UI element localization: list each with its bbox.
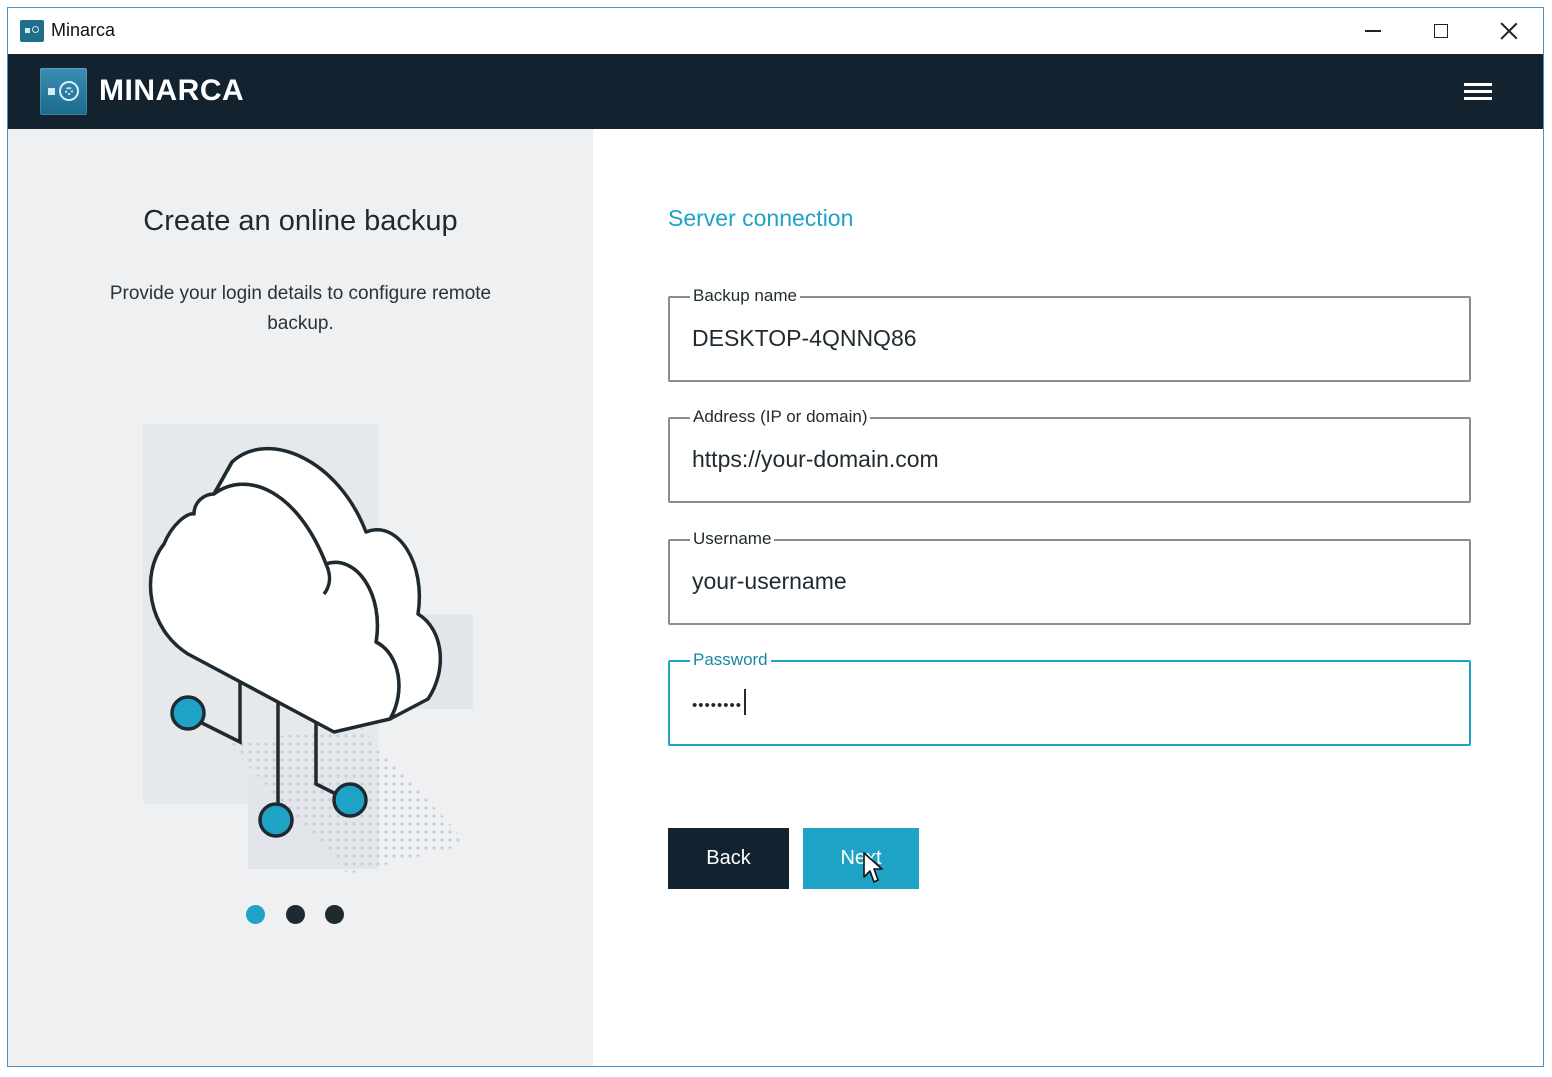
- app-window: Minarca MINARCA Create an online backup …: [7, 7, 1544, 1067]
- left-info-panel: Create an online backup Provide your log…: [8, 129, 593, 1066]
- mouse-pointer-icon: [863, 852, 883, 883]
- minimize-button[interactable]: [1339, 8, 1407, 54]
- username-value[interactable]: your-username: [692, 568, 847, 595]
- text-caret: [744, 688, 747, 715]
- maximize-icon: [1434, 24, 1448, 38]
- backup-name-value[interactable]: DESKTOP-4QNNQ86: [692, 325, 917, 352]
- password-field[interactable]: Password ••••••••: [668, 649, 1471, 746]
- username-label: Username: [690, 528, 775, 550]
- hamburger-menu-icon[interactable]: [1462, 79, 1494, 103]
- password-value: ••••••••: [692, 697, 743, 714]
- pager-dot-1[interactable]: [246, 905, 265, 924]
- next-button[interactable]: Next: [803, 828, 919, 889]
- left-panel-heading: Create an online backup: [143, 205, 458, 237]
- address-label: Address (IP or domain): [690, 406, 871, 428]
- left-panel-description: Provide your login details to configure …: [109, 283, 492, 334]
- close-icon: [1500, 22, 1518, 40]
- maximize-button[interactable]: [1407, 8, 1475, 54]
- pager-dot-3[interactable]: [325, 905, 344, 924]
- backup-name-label: Backup name: [690, 285, 800, 307]
- minarca-app-icon: [20, 20, 44, 42]
- cloud-network-illustration: [143, 424, 473, 874]
- back-button[interactable]: Back: [668, 828, 789, 889]
- section-title: Server connection: [668, 205, 854, 231]
- minarca-logo-icon: [40, 68, 87, 115]
- address-field[interactable]: Address (IP or domain) https://your-doma…: [668, 406, 1471, 503]
- minimize-icon: [1365, 30, 1381, 32]
- carousel-pager: [244, 905, 354, 927]
- brand-name: MINARCA: [99, 74, 245, 107]
- close-button[interactable]: [1475, 8, 1543, 54]
- app-header: MINARCA: [8, 54, 1543, 129]
- window-title: Minarca: [51, 20, 116, 40]
- password-label: Password: [690, 649, 771, 671]
- title-bar[interactable]: Minarca: [8, 8, 1543, 54]
- pager-dot-2[interactable]: [286, 905, 305, 924]
- password-value-wrap[interactable]: ••••••••: [692, 688, 747, 717]
- address-value[interactable]: https://your-domain.com: [692, 446, 939, 473]
- username-field[interactable]: Username your-username: [668, 528, 1471, 625]
- backup-name-field[interactable]: Backup name DESKTOP-4QNNQ86: [668, 285, 1471, 382]
